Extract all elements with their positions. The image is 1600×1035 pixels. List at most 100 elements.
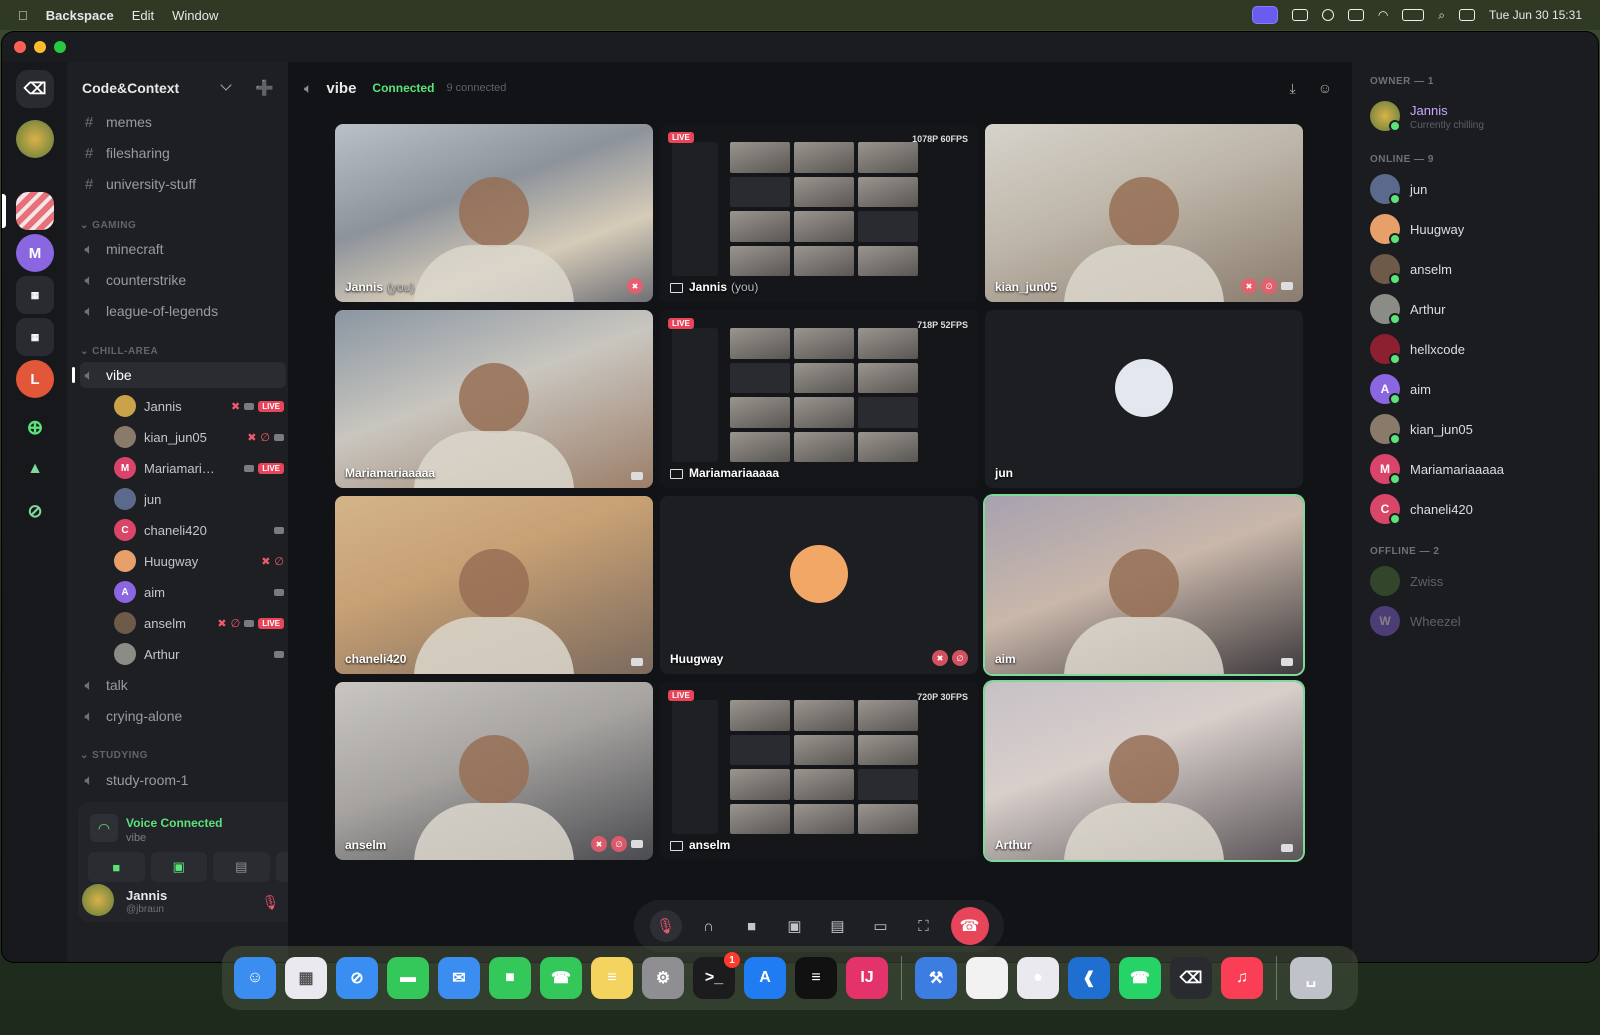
mail-icon[interactable]: ✉ <box>438 957 480 999</box>
video-tile[interactable]: aim <box>985 496 1303 674</box>
notes-icon[interactable]: ≡ <box>591 957 633 999</box>
home-logo-button[interactable]: ⌫ <box>16 70 54 108</box>
member-item[interactable]: hellxcode <box>1370 333 1590 365</box>
members-toggle-icon[interactable]: ☺ <box>1318 80 1332 97</box>
trash-icon[interactable]: ␣ <box>1290 957 1332 999</box>
apple-menu-icon[interactable]:  <box>18 8 28 23</box>
voice-user[interactable]: Cchaneli420 <box>114 517 284 543</box>
screen-share-button[interactable]: ▣ <box>779 910 811 942</box>
video-tile[interactable]: LIVE 718P 52FPS Mariamariaaaaa <box>660 310 978 488</box>
image-button[interactable]: ▤ <box>822 910 854 942</box>
finder-icon[interactable]: ☺ <box>234 957 276 999</box>
mic-muted-icon[interactable]: 🎙︎ <box>262 894 280 911</box>
video-tile[interactable]: Mariamariaaaaa <box>335 310 653 488</box>
category-studying[interactable]: ⌄ STUDYING <box>80 750 148 761</box>
server-folder-2-icon[interactable]: ▦ <box>16 318 54 356</box>
deafen-button[interactable]: ∩ <box>693 910 725 942</box>
member-item[interactable]: Huugway <box>1370 213 1590 245</box>
wifi-icon[interactable]: ◠ <box>1378 8 1388 22</box>
textedit-icon[interactable] <box>966 957 1008 999</box>
member-item[interactable]: kian_jun05 <box>1370 413 1590 445</box>
mute-mic-button[interactable]: 🎙︎ <box>649 910 682 942</box>
video-tile[interactable]: Jannis (you) ✖ <box>335 124 653 302</box>
voice-user[interactable]: Aaim <box>114 579 284 605</box>
activity-icon[interactable] <box>1321 9 1334 21</box>
chrome-icon[interactable]: ● <box>1017 957 1059 999</box>
terminal-icon[interactable]: >_ 1 <box>693 952 740 999</box>
chevron-down-icon[interactable] <box>220 79 232 91</box>
voice-user[interactable]: anselm ✖ ∅ LIVE <box>114 610 284 636</box>
channel-vibe[interactable]: 🔈︎ vibe <box>72 362 286 388</box>
video-tile[interactable]: Huugway ✖ ∅ <box>660 496 978 674</box>
channel-league-of-legends[interactable]: 🔈︎ league-of-legends <box>80 298 286 324</box>
server-icon-code-context[interactable] <box>16 192 54 230</box>
member-item[interactable]: jun <box>1370 173 1590 205</box>
spotlight-search-icon[interactable]: ⌕ <box>1438 8 1445 23</box>
spotify-icon[interactable]: ≡ <box>795 957 837 999</box>
camera-toggle-button[interactable]: ■ <box>88 852 145 882</box>
edit-menu[interactable]: Edit <box>132 8 154 23</box>
video-tile[interactable]: anselm ✖ ∅ <box>335 682 653 860</box>
add-user-icon[interactable]: ➕ <box>255 79 274 97</box>
video-tile[interactable]: LIVE 1078P 60FPS Jannis (you) <box>660 124 978 302</box>
member-owner[interactable]: Jannis Currently chilling <box>1370 100 1590 132</box>
music-icon[interactable]: ♫ <box>1221 957 1263 999</box>
camera-button[interactable]: ■ <box>736 910 768 942</box>
video-tile[interactable]: chaneli420 <box>335 496 653 674</box>
category-gaming[interactable]: ⌄ GAMING <box>80 220 136 231</box>
settings-icon[interactable]: ⚙ <box>642 957 684 999</box>
video-tile[interactable]: kian_jun05 ✖ ∅ <box>985 124 1303 302</box>
safari-icon[interactable]: ⊘ <box>336 957 378 999</box>
voice-user[interactable]: kian_jun05 ✖ ∅ <box>114 424 284 450</box>
backspace-icon[interactable]: ⌫ <box>1170 957 1212 999</box>
video-tile[interactable]: jun <box>985 310 1303 488</box>
member-item[interactable]: anselm <box>1370 253 1590 285</box>
app-menu[interactable]: Backspace <box>46 8 114 23</box>
server-icon-m[interactable]: M <box>16 234 54 272</box>
vscode-icon[interactable]: ❰ <box>1068 957 1110 999</box>
screen-share-button[interactable]: ▣ <box>150 852 207 882</box>
server-icon-1[interactable] <box>16 120 54 158</box>
voice-user[interactable]: jun <box>114 486 284 512</box>
add-server-icon[interactable]: ⊕ <box>16 408 54 446</box>
menu-clock[interactable]: Tue Jun 30 15:31 <box>1489 8 1582 22</box>
xcode-icon[interactable]: ⚒ <box>915 957 957 999</box>
server-header[interactable]: Code&Context ➕ <box>68 62 288 114</box>
member-item[interactable]: W Wheezel <box>1370 605 1590 637</box>
display-icon[interactable] <box>1347 9 1364 21</box>
video-tile[interactable]: Arthur <box>985 682 1303 860</box>
member-item[interactable]: M Mariamariaaaaa <box>1370 453 1590 485</box>
intellij-icon[interactable]: IJ <box>846 957 888 999</box>
battery-icon[interactable] <box>1402 9 1425 21</box>
discover-icon[interactable]: ▲ <box>16 450 54 488</box>
channel-counterstrike[interactable]: 🔈︎ counterstrike <box>80 267 286 293</box>
facetime-icon[interactable]: ■ <box>489 957 531 999</box>
channel-minecraft[interactable]: 🔈︎ minecraft <box>80 236 286 262</box>
voice-user[interactable]: Arthur <box>114 641 284 667</box>
chat-button[interactable]: ▭ <box>865 910 897 942</box>
control-center-icon[interactable] <box>1459 9 1476 21</box>
messages-icon[interactable]: ▬ <box>387 957 429 999</box>
explore-compass-icon[interactable]: ⊘ <box>16 492 54 530</box>
screen-share-status-icon[interactable] <box>1251 6 1278 24</box>
channel-university-stuff[interactable]: # university-stuff <box>80 171 286 197</box>
video-tile[interactable]: LIVE 720P 30FPS anselm <box>660 682 978 860</box>
launchpad-icon[interactable]: ▦ <box>285 957 327 999</box>
member-item[interactable]: Aaim <box>1370 373 1590 405</box>
zoom-window-button[interactable] <box>54 41 66 53</box>
avatar[interactable] <box>82 884 114 916</box>
image-button[interactable]: ▤ <box>213 852 270 882</box>
channel-crying-alone[interactable]: 🔈︎ crying-alone <box>80 703 286 729</box>
download-icon[interactable]: ⤓ <box>1290 80 1296 97</box>
backspace-tray-icon[interactable] <box>1291 9 1308 21</box>
category-chill-area[interactable]: ⌄ CHILL-AREA <box>80 346 158 357</box>
appstore-icon[interactable]: A <box>744 957 786 999</box>
server-folder-icon[interactable]: ▦ <box>16 276 54 314</box>
channel-memes[interactable]: # memes <box>80 109 286 135</box>
channel-study-room-1[interactable]: 🔈︎ study-room-1 <box>80 767 286 793</box>
member-item[interactable]: Arthur <box>1370 293 1590 325</box>
server-icon-l[interactable]: L <box>16 360 54 398</box>
fullscreen-button[interactable]: ⛶ <box>908 910 940 942</box>
window-menu[interactable]: Window <box>172 8 218 23</box>
channel-filesharing[interactable]: # filesharing <box>80 140 286 166</box>
